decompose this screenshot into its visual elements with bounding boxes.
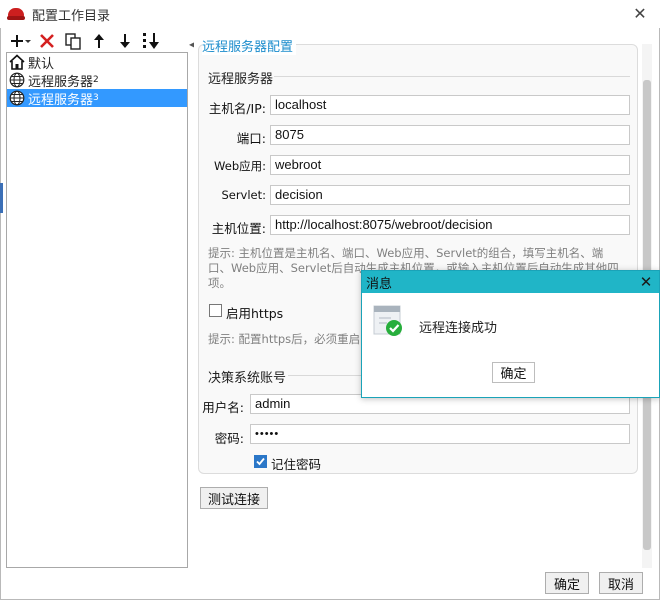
cancel-button[interactable]: 取消 — [599, 572, 643, 594]
hint-line: 提示: 主机位置是主机名、端口、Web应用、Servlet的组合，填写主机名、端 — [208, 246, 604, 260]
webapp-label: Web应用: — [214, 159, 266, 173]
password-label: 密码: — [214, 431, 244, 446]
add-dropdown-button[interactable] — [8, 30, 34, 52]
tree-item-label: 远程服务器 — [28, 74, 94, 90]
servlet-input[interactable]: decision — [270, 185, 630, 205]
delete-button[interactable] — [34, 30, 60, 52]
copy-icon — [65, 33, 81, 50]
copy-button[interactable] — [60, 30, 86, 52]
port-label: 端口: — [236, 131, 266, 146]
app-logo-icon — [7, 5, 25, 23]
https-checkbox[interactable] — [209, 304, 222, 317]
servlet-label: Servlet: — [221, 188, 266, 202]
move-down-button[interactable] — [112, 30, 138, 52]
window-title: 配置工作目录 — [32, 8, 111, 24]
host-label: 主机名/IP: — [208, 101, 266, 116]
sort-icon — [143, 33, 159, 49]
ok-button[interactable]: 确定 — [545, 572, 589, 594]
tree-item-remote-server-2[interactable]: 远程服务器 2 — [7, 71, 187, 90]
server-group-label: 远程服务器 — [208, 72, 274, 87]
tree-item-label: 远程服务器 — [28, 92, 94, 108]
left-pane: 默认 远程服务器 2 远程服务器 3 — [6, 30, 188, 568]
host-input[interactable]: localhost — [270, 95, 630, 115]
username-label: 用户名: — [202, 400, 244, 415]
success-check-icon — [373, 305, 403, 337]
tree-item-label: 默认 — [28, 56, 55, 72]
message-popup: 消息 ✕ 远程连接成功 确定 — [361, 270, 660, 398]
test-connection-button[interactable]: 测试连接 — [200, 487, 268, 509]
globe-icon — [9, 72, 25, 88]
title-bar: 配置工作目录 ✕ — [0, 0, 660, 28]
location-input[interactable]: http://localhost:8075/webroot/decision — [270, 215, 630, 235]
tree-item-suffix: 3 — [93, 93, 99, 103]
remember-password-label: 记住密码 — [271, 457, 322, 472]
tree-item-remote-server-3[interactable]: 远程服务器 3 — [7, 89, 187, 108]
close-icon[interactable]: ✕ — [630, 4, 650, 24]
delete-icon — [40, 34, 54, 48]
server-tree: 默认 远程服务器 2 远程服务器 3 — [6, 52, 188, 568]
tree-toolbar — [6, 30, 188, 52]
move-down-icon — [120, 34, 130, 48]
home-icon — [9, 54, 25, 70]
move-up-icon — [94, 34, 104, 48]
panel-title: 远程服务器配置 — [202, 36, 297, 55]
globe-icon — [9, 90, 25, 106]
account-group-label: 决策系统账号 — [208, 371, 287, 386]
password-input[interactable]: ••••• — [250, 424, 630, 444]
tree-item-default[interactable]: 默认 — [7, 53, 187, 72]
popup-message: 远程连接成功 — [419, 321, 498, 336]
https-hint: 提示: 配置https后，必须重启 — [208, 332, 361, 346]
tree-item-suffix: 2 — [93, 75, 99, 85]
popup-close-icon[interactable]: ✕ — [637, 272, 655, 292]
sort-button[interactable] — [138, 30, 164, 52]
background-window-edge — [0, 183, 3, 213]
dialog-footer: 确定 取消 — [0, 568, 660, 600]
group-divider — [274, 76, 630, 77]
popup-title: 消息 — [366, 276, 393, 292]
popup-ok-button[interactable]: 确定 — [492, 362, 535, 383]
location-label: 主机位置: — [211, 221, 266, 236]
https-label: 启用https — [226, 306, 284, 321]
remember-password-checkbox[interactable] — [254, 455, 267, 468]
move-up-button[interactable] — [86, 30, 112, 52]
checkmark-icon — [256, 457, 265, 466]
popup-title-bar: 消息 ✕ — [362, 271, 659, 293]
port-input[interactable]: 8075 — [270, 125, 630, 145]
add-dropdown-icon — [11, 35, 31, 47]
webapp-input[interactable]: webroot — [270, 155, 630, 175]
